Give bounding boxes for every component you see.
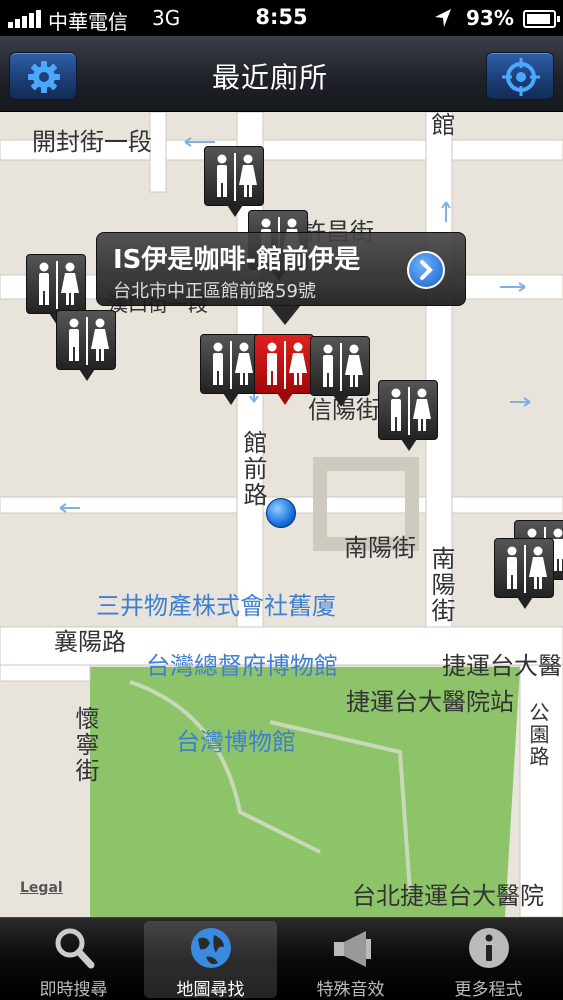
legal-link[interactable]: Legal	[20, 880, 63, 896]
tab-map-search[interactable]: 地圖尋找	[144, 921, 277, 1000]
info-icon	[469, 928, 509, 968]
megaphone-icon	[334, 931, 371, 967]
battery-fill	[527, 14, 550, 24]
toilet-pin[interactable]	[204, 146, 264, 217]
gear-icon	[28, 61, 60, 93]
toilet-pin[interactable]	[200, 334, 260, 405]
navigation-bar: 地圖 最近廁所	[0, 36, 563, 953]
detail-disclosure-button[interactable]	[407, 251, 445, 289]
toilet-icon	[391, 387, 431, 435]
landmark-label: 捷運台大醫	[442, 652, 562, 680]
battery-icon	[523, 10, 560, 28]
street-label: 館前路	[239, 430, 267, 508]
tab-bar: 即時搜尋 地圖尋找 特殊音效 更多程式	[0, 917, 563, 1000]
toilet-icon	[69, 317, 109, 365]
toilet-icon	[217, 153, 257, 201]
callout-title: IS伊是咖啡-館前伊是	[113, 245, 361, 275]
current-location-dot	[266, 498, 296, 528]
settings-button[interactable]	[9, 52, 77, 100]
location-arrow-icon	[435, 9, 451, 27]
toilet-pin[interactable]	[378, 380, 438, 451]
landmark-label: 三井物產株式會社舊廈	[96, 592, 336, 620]
toilet-icon	[213, 341, 253, 389]
toilet-icon	[507, 545, 547, 593]
street-label: 懷寧街	[71, 706, 99, 784]
toilet-pin[interactable]	[494, 538, 554, 609]
street-label: 南陽街	[427, 546, 455, 624]
callout-address: 台北市中正區館前路59號	[113, 281, 316, 302]
toilet-icon	[267, 341, 307, 389]
page-title: 最近廁所	[212, 61, 329, 94]
magnifier-icon	[55, 928, 95, 969]
status-bar: 中華電信 3G 8:55 93%	[0, 0, 563, 36]
street-label: 館	[427, 112, 455, 138]
chevron-right-icon	[420, 260, 433, 280]
tab-more-apps[interactable]: 更多程式	[422, 921, 555, 1000]
landmark-label: 台灣總督府博物館	[146, 652, 338, 680]
tab-sound-effects[interactable]: 特殊音效	[284, 921, 417, 1000]
street-label: 襄陽路	[54, 628, 126, 656]
street-label: 公園路	[526, 702, 550, 768]
landmark-label: 台北捷運台大醫院	[352, 882, 544, 910]
locate-button[interactable]	[486, 52, 554, 100]
place-callout[interactable]: IS伊是咖啡-館前伊是 台北市中正區館前路59號	[96, 232, 466, 325]
toilet-pin-selected[interactable]	[254, 334, 314, 405]
tab-live-search[interactable]: 即時搜尋	[7, 921, 140, 1000]
toilet-icon	[39, 261, 79, 309]
locate-target-icon	[502, 58, 540, 96]
tab-label: 更多程式	[454, 980, 523, 1000]
tab-label: 地圖尋找	[176, 980, 245, 1000]
landmark-label: 台灣博物館	[176, 728, 296, 756]
street-label: 南陽街	[344, 534, 416, 562]
battery-percent: 93%	[466, 6, 514, 30]
globe-icon	[191, 928, 231, 968]
map-view[interactable]: 開封街一段 許昌街 漢口街一段 館前路 信陽街 南陽街 南陽街 館 三井物產株式…	[0, 112, 563, 917]
street-label: 開封街一段	[32, 128, 152, 156]
tab-label: 即時搜尋	[39, 980, 108, 1000]
landmark-label: 捷運台大醫院站	[346, 688, 514, 716]
tab-label: 特殊音效	[316, 980, 385, 1000]
toilet-pin[interactable]	[56, 310, 116, 381]
toilet-pin[interactable]	[26, 254, 86, 325]
toilet-pin[interactable]	[310, 336, 370, 407]
toilet-icon	[323, 343, 363, 391]
